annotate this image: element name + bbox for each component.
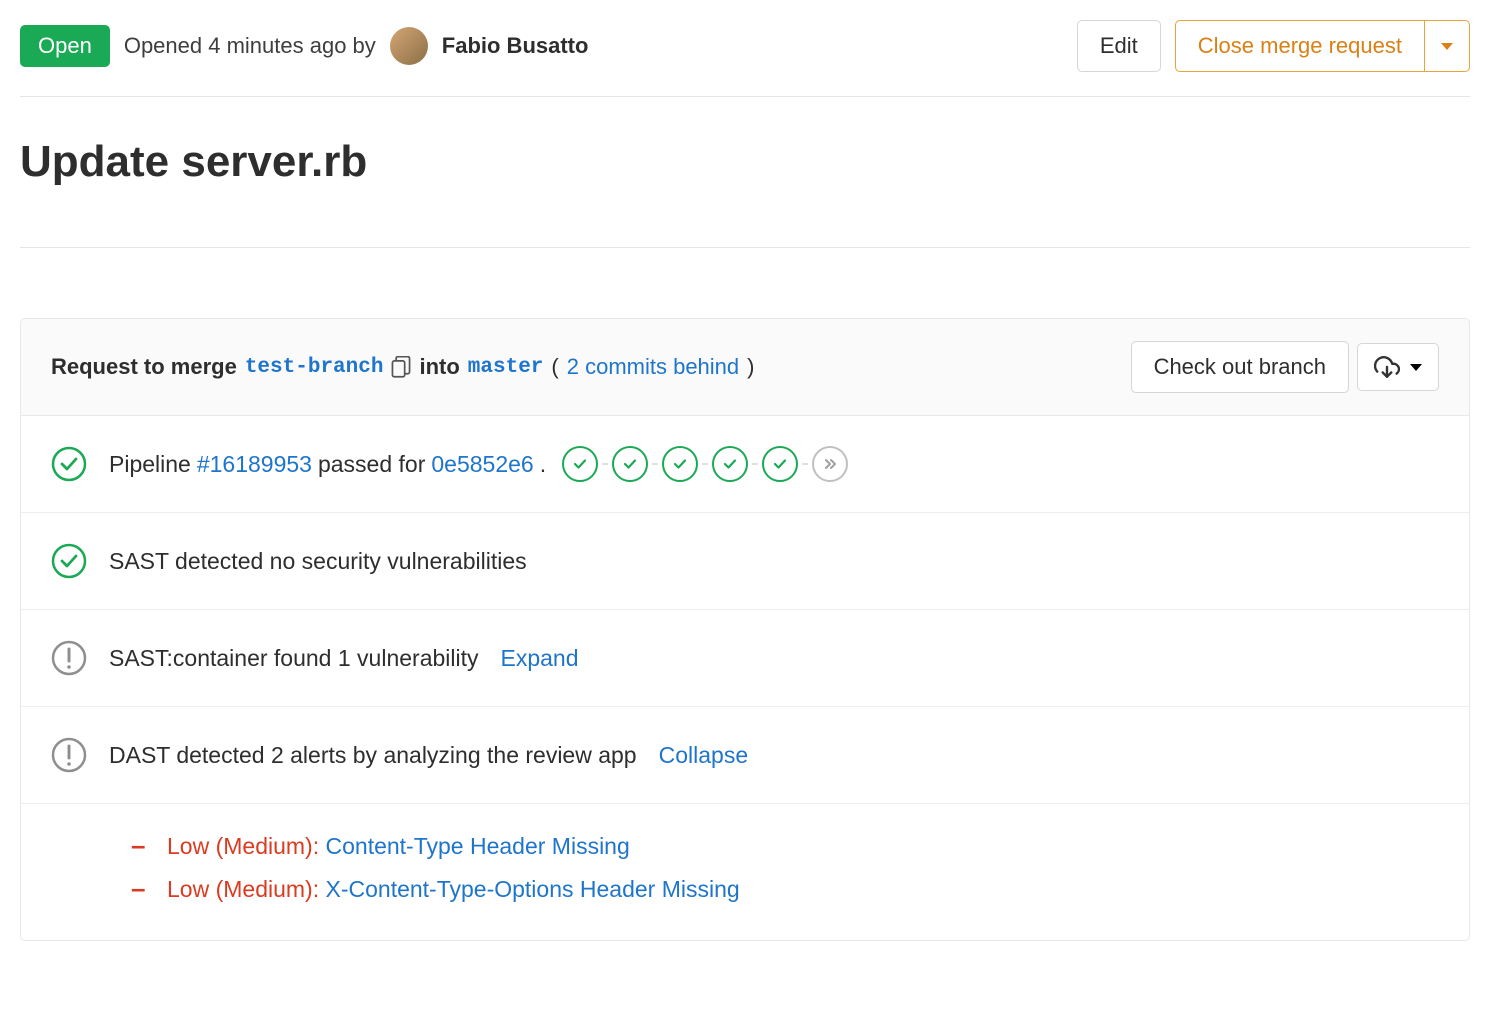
request-to-merge-label: Request to merge: [51, 354, 237, 380]
opened-at-text: Opened 4 minutes ago by: [124, 33, 376, 59]
alert-severity: Low (Medium):: [167, 876, 319, 902]
commits-behind-link[interactable]: 2 commits behind: [567, 354, 739, 380]
sast-container-text: SAST:container found 1 vulnerability Exp…: [109, 645, 579, 672]
sast-status-success-icon: [51, 543, 87, 579]
target-branch-link[interactable]: master: [468, 356, 544, 379]
caret-down-icon: [1441, 43, 1453, 50]
dast-collapse-link[interactable]: Collapse: [659, 742, 749, 769]
pipeline-status-success-icon: [51, 446, 87, 482]
download-icon: [1374, 354, 1400, 380]
dast-text: DAST detected 2 alerts by analyzing the …: [109, 742, 748, 769]
copy-branch-icon[interactable]: [391, 356, 411, 378]
behind-paren-close: ): [747, 354, 754, 380]
sast-container-warning-icon: [51, 640, 87, 676]
alert-name-link[interactable]: X-Content-Type-Options Header Missing: [326, 876, 740, 902]
download-dropdown[interactable]: [1357, 343, 1439, 391]
mr-widget: Request to merge test-branch into master…: [20, 318, 1470, 941]
author-name-link[interactable]: Fabio Busatto: [442, 33, 589, 59]
mr-title: Update server.rb: [20, 137, 1470, 248]
commit-sha-link[interactable]: 0e5852e6: [431, 451, 533, 478]
pipeline-stages: [562, 446, 848, 482]
caret-down-icon: [1410, 364, 1422, 371]
dast-alert-item: – Low (Medium): X-Content-Type-Options H…: [131, 867, 1439, 910]
dast-row: DAST detected 2 alerts by analyzing the …: [21, 706, 1469, 803]
close-mr-button-group: Close merge request: [1175, 20, 1470, 72]
dast-msg: DAST detected 2 alerts by analyzing the …: [109, 742, 637, 769]
pipeline-prefix: Pipeline: [109, 451, 191, 478]
more-stages-icon[interactable]: [812, 446, 848, 482]
stage-success-icon[interactable]: [762, 446, 798, 482]
stage-success-icon[interactable]: [712, 446, 748, 482]
source-branch-link[interactable]: test-branch: [245, 356, 384, 379]
minus-icon: –: [131, 873, 151, 904]
stage-success-icon[interactable]: [562, 446, 598, 482]
dast-warning-icon: [51, 737, 87, 773]
alert-name-link[interactable]: Content-Type Header Missing: [326, 833, 630, 859]
dast-alert-list: – Low (Medium): Content-Type Header Miss…: [21, 803, 1469, 940]
stage-success-icon[interactable]: [662, 446, 698, 482]
pipeline-row: Pipeline #16189953 passed for 0e5852e6.: [21, 416, 1469, 512]
sast-container-msg: SAST:container found 1 vulnerability: [109, 645, 479, 672]
pipeline-status-text: passed for: [318, 451, 425, 478]
pipeline-text: Pipeline #16189953 passed for 0e5852e6.: [109, 446, 848, 482]
alert-severity: Low (Medium):: [167, 833, 319, 859]
sast-row: SAST detected no security vulnerabilitie…: [21, 512, 1469, 609]
mr-header: Open Opened 4 minutes ago by Fabio Busat…: [20, 20, 1470, 97]
stage-success-icon[interactable]: [612, 446, 648, 482]
close-mr-button[interactable]: Close merge request: [1175, 20, 1424, 72]
mr-widget-header: Request to merge test-branch into master…: [21, 319, 1469, 416]
close-mr-dropdown-toggle[interactable]: [1424, 20, 1470, 72]
minus-icon: –: [131, 830, 151, 861]
behind-paren-open: (: [551, 354, 558, 380]
author-avatar[interactable]: [390, 27, 428, 65]
dast-alert-item: – Low (Medium): Content-Type Header Miss…: [131, 824, 1439, 867]
sast-container-row: SAST:container found 1 vulnerability Exp…: [21, 609, 1469, 706]
status-badge: Open: [20, 25, 110, 67]
sast-container-expand-link[interactable]: Expand: [501, 645, 579, 672]
checkout-branch-button[interactable]: Check out branch: [1131, 341, 1349, 393]
edit-button[interactable]: Edit: [1077, 20, 1161, 72]
pipeline-id-link[interactable]: #16189953: [197, 451, 312, 478]
sast-text: SAST detected no security vulnerabilitie…: [109, 548, 527, 575]
into-label: into: [419, 354, 459, 380]
pipeline-suffix: .: [540, 451, 546, 478]
